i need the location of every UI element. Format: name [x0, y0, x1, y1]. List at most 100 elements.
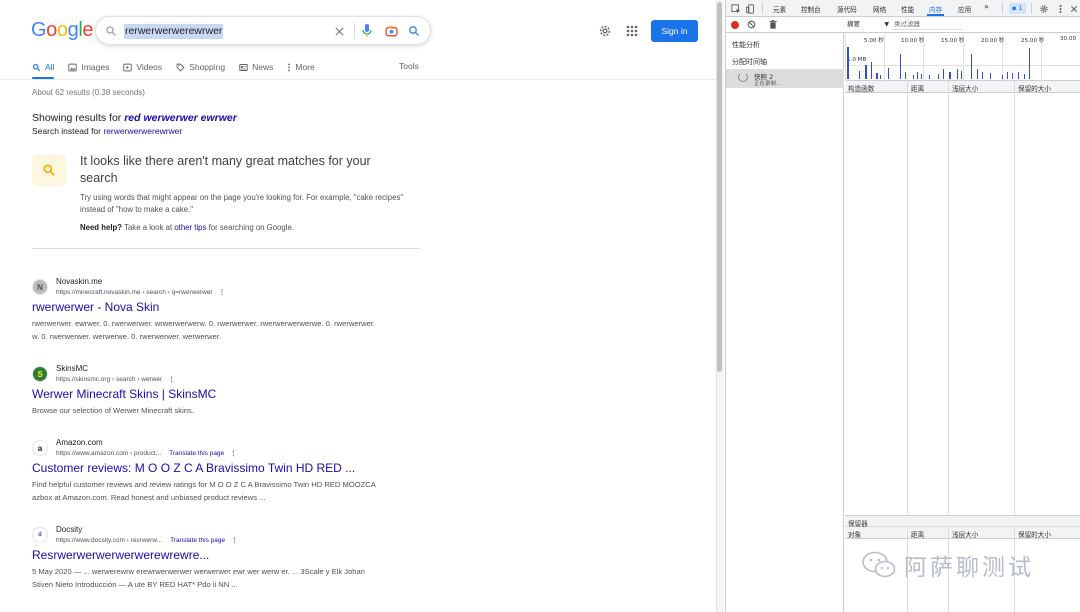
profiles-sidebar: 性能分析 分配时间轴 快照 2 正在录制... — [726, 33, 844, 612]
column-constructor[interactable]: 构造函数 — [848, 83, 874, 93]
scrollbar-thumb[interactable] — [717, 2, 722, 372]
more-tabs-chevron-icon[interactable]: » — [984, 2, 989, 11]
tab-more[interactable]: More — [287, 60, 315, 74]
allocation-bar — [870, 62, 873, 79]
tab-images[interactable]: Images — [68, 60, 109, 74]
search-submit-icon[interactable] — [407, 24, 421, 38]
tab-shopping[interactable]: Shopping — [176, 60, 225, 74]
column-distance[interactable]: 距离 — [911, 83, 924, 93]
trash-icon[interactable] — [769, 20, 777, 29]
allocation-bar — [899, 53, 902, 79]
other-tips-link[interactable]: other tips — [174, 223, 206, 232]
more-options-icon[interactable]: ⋮ — [168, 376, 175, 383]
devtools-tab-performance[interactable]: 性能 — [901, 4, 914, 14]
devtools-tab-elements[interactable]: 元素 — [773, 4, 786, 14]
tip-help-bold: Need help? — [80, 223, 123, 232]
tab-label: Images — [81, 62, 110, 72]
sign-in-button[interactable]: Sign in — [651, 20, 698, 42]
column-object[interactable]: 对象 — [848, 529, 861, 539]
result-snippet: rwerwerwer. ewrwer. 0. rwerwerwer. wrwer… — [32, 319, 376, 341]
search-input[interactable]: rerwerwerwerewrwer — [124, 24, 224, 39]
result-url-text: https://www.docsity.com › resrwerw... — [56, 537, 163, 544]
time-tick-label: 30.00 — [1060, 36, 1077, 42]
perspective-select[interactable]: 摘要 ▼ — [847, 19, 889, 30]
settings-gear-icon[interactable] — [1038, 3, 1049, 14]
column-shallow-size[interactable]: 浅层大小 — [952, 529, 978, 539]
watermark-text: 阿萨聊测试 — [904, 554, 1034, 580]
column-shallow-size[interactable]: 浅层大小 — [952, 83, 978, 93]
result-site-name: SkinsMC — [56, 364, 89, 373]
watermark: 阿萨聊测试 — [862, 548, 1034, 582]
more-options-icon[interactable]: ⋮ — [231, 537, 238, 544]
column-distance[interactable]: 距离 — [911, 529, 924, 539]
retainers-title[interactable]: 保留器 — [845, 515, 1080, 528]
translate-link[interactable]: Translate this page — [169, 450, 224, 457]
device-toolbar-icon[interactable] — [745, 3, 756, 14]
result-title-link[interactable]: rwerwerwer - Nova Skin — [32, 300, 159, 314]
tab-all[interactable]: All — [32, 60, 55, 79]
tools-button[interactable]: Tools — [399, 61, 419, 71]
allocation-bar — [1024, 73, 1026, 79]
search-result: S SkinsMC https://skinsmc.org › search ›… — [32, 364, 452, 424]
inspect-element-icon[interactable] — [730, 3, 741, 14]
camera-lens-icon[interactable] — [384, 24, 398, 38]
allocation-bar — [943, 68, 945, 79]
result-title-link[interactable]: Werwer Minecraft Skins | SkinsMC — [32, 387, 216, 401]
result-stats: About 62 results (0.38 seconds) — [32, 88, 145, 97]
allocation-bar — [1017, 72, 1019, 79]
devtools-tab-memory[interactable]: 内存 — [926, 4, 945, 16]
issues-badge[interactable]: ▪ 1 — [1009, 3, 1026, 14]
allocation-bar — [929, 74, 931, 79]
allocation-timeline[interactable]: 5.00 秒 10.00 秒 15.00 秒 20.00 秒 25.00 秒 3… — [845, 33, 1080, 81]
clear-ban-icon[interactable] — [747, 20, 756, 29]
column-divider — [907, 81, 908, 515]
result-title-link[interactable]: Resrwerwerwerwerwerewrewre... — [32, 548, 209, 562]
column-retained-size[interactable]: 保留的大小 — [1018, 83, 1051, 93]
time-tick-label: 20.00 秒 — [981, 38, 1005, 44]
logo-letter: g — [67, 19, 79, 41]
google-logo[interactable]: Google — [31, 19, 94, 42]
tab-label: More — [295, 62, 315, 72]
column-retained-size[interactable]: 保留的大小 — [1018, 529, 1051, 539]
corrected-query-link[interactable]: red werwerwer ewrwer — [124, 112, 237, 124]
allocation-bar — [976, 68, 979, 79]
tip-divider — [32, 248, 420, 249]
settings-gear-icon[interactable] — [597, 23, 613, 39]
result-title-link[interactable]: Customer reviews: M O O Z C A Bravissimo… — [32, 461, 355, 475]
clear-icon[interactable] — [332, 24, 346, 38]
devtools-tab-application[interactable]: 应用 — [958, 4, 971, 14]
tab-videos[interactable]: Videos — [123, 60, 162, 74]
logo-letter: e — [82, 19, 94, 41]
time-tick-label: 10.00 秒 — [901, 38, 925, 44]
devtools-tab-sources[interactable]: 源代码 — [837, 4, 857, 14]
translate-link[interactable]: Translate this page — [170, 537, 225, 544]
allocation-bar — [847, 46, 849, 79]
microphone-icon[interactable] — [360, 24, 374, 38]
tab-label: All — [45, 62, 55, 72]
devtools-tab-console[interactable]: 控制台 — [801, 4, 821, 14]
toolbar-separator — [1031, 3, 1032, 14]
news-icon — [239, 63, 248, 71]
snapshot-item[interactable]: 快照 2 正在录制... — [726, 69, 844, 88]
screen: Google rerwerwerwerewrwer Sign in All Im… — [0, 0, 1080, 612]
apps-grid-icon[interactable] — [624, 23, 640, 39]
result-snippet: Find helpful customer reviews and review… — [32, 480, 376, 502]
result-url: https://www.docsity.com › resrwerw... Tra… — [56, 536, 238, 544]
more-vert-icon[interactable] — [1055, 3, 1066, 14]
result-url-text: https://minecraft.novaskin.me › search ›… — [56, 289, 213, 296]
search-tabs: All Images Videos Shopping News More — [32, 60, 329, 79]
search-box[interactable]: rerwerwerwerewrwer — [95, 16, 431, 45]
heap-grid-header: 构造函数 距离 浅层大小 保留的大小 — [845, 81, 1080, 93]
original-query-link[interactable]: rerwerwerwerewrwer — [103, 126, 182, 136]
record-button[interactable] — [731, 21, 739, 29]
more-options-icon[interactable]: ⋮ — [230, 450, 237, 457]
allocation-bar — [949, 72, 951, 79]
tab-news[interactable]: News — [239, 60, 273, 74]
tabs-divider — [0, 79, 716, 80]
more-options-icon[interactable]: ⋮ — [219, 289, 226, 296]
class-filter-input[interactable]: 类过滤器 — [892, 19, 962, 30]
devtools-tab-network[interactable]: 网络 — [873, 4, 886, 14]
close-icon[interactable] — [1068, 3, 1079, 14]
allocation-bar — [956, 68, 958, 79]
profiles-heading: 性能分析 — [732, 41, 760, 49]
